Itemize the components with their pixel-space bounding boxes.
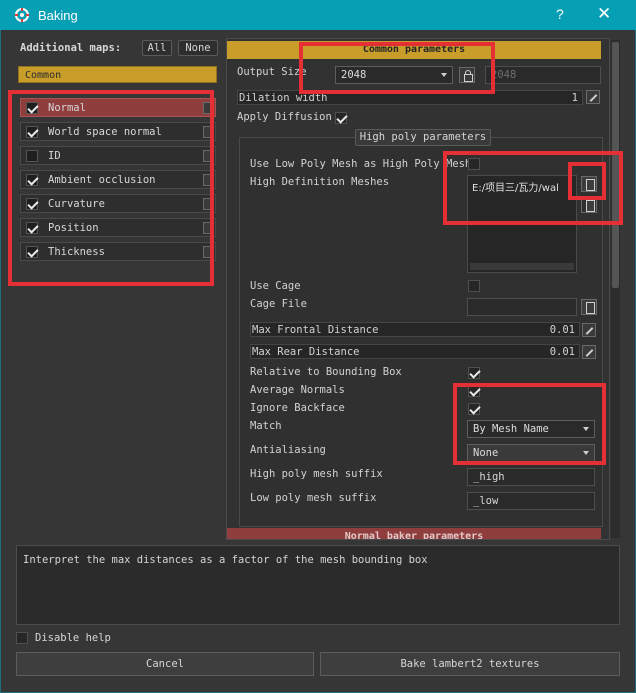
dilation-width-value: 1	[571, 92, 578, 104]
relative-bbox-checkbox[interactable]	[468, 367, 480, 379]
antialiasing-label: Antialiasing	[250, 444, 326, 456]
output-size-secondary[interactable]: 2048	[485, 66, 601, 84]
hp-suffix-field[interactable]: _high	[467, 468, 595, 486]
use-cage-checkbox[interactable]	[468, 280, 480, 292]
edit-pencil-icon[interactable]	[586, 90, 600, 104]
help-button[interactable]: ?	[556, 6, 564, 22]
select-all-button[interactable]: All	[142, 40, 172, 56]
select-none-button[interactable]: None	[178, 40, 218, 56]
parameters-scrollbar[interactable]	[611, 40, 620, 538]
highlight-box-maps	[8, 90, 214, 286]
high-poly-parameters-header[interactable]: High poly parameters	[355, 129, 491, 146]
close-button[interactable]: ✕	[597, 4, 611, 24]
use-cage-label: Use Cage	[250, 280, 301, 292]
cage-file-browse-icon[interactable]	[581, 299, 597, 315]
highlight-box-file-button	[568, 162, 606, 200]
max-rear-distance-value: 0.01	[549, 346, 575, 358]
apply-diffusion-checkbox[interactable]	[335, 112, 347, 124]
cage-file-field[interactable]	[467, 298, 577, 316]
disable-help-label: Disable help	[35, 632, 111, 644]
match-label: Match	[250, 420, 282, 432]
cancel-button[interactable]: Cancel	[16, 652, 314, 676]
hp-suffix-label: High poly mesh suffix	[250, 468, 383, 480]
edit-pencil-icon[interactable]	[582, 345, 596, 359]
lp-suffix-field[interactable]: _low	[467, 492, 595, 510]
highlight-box-output-size	[299, 42, 495, 94]
use-low-poly-label: Use Low Poly Mesh as High Poly Mesh	[250, 158, 472, 170]
lp-suffix-label: Low poly mesh suffix	[250, 492, 377, 504]
cage-file-label: Cage File	[250, 298, 307, 310]
max-frontal-distance-label: Max Frontal Distance	[252, 324, 379, 336]
disable-help-checkbox[interactable]	[16, 632, 28, 644]
app-logo-icon	[15, 8, 29, 22]
average-normals-label: Average Normals	[250, 384, 345, 396]
title-bar: Baking ? ✕	[0, 0, 636, 30]
max-rear-distance-label: Max Rear Distance	[252, 346, 360, 358]
edit-pencil-icon[interactable]	[582, 323, 596, 337]
hd-meshes-label: High Definition Meshes	[250, 176, 390, 188]
max-frontal-distance-value: 0.01	[549, 324, 575, 336]
output-size-label: Output Size	[237, 66, 307, 78]
highlight-box-match-antialiasing	[453, 383, 606, 465]
help-text-box: Interpret the max distances as a factor …	[16, 545, 620, 625]
common-tab[interactable]: Common	[18, 66, 217, 83]
window-title: Baking	[38, 8, 78, 23]
normal-baker-parameters-header[interactable]: Normal baker parameters	[227, 528, 601, 539]
apply-diffusion-label: Apply Diffusion	[237, 111, 332, 123]
max-rear-distance-slider[interactable]: Max Rear Distance 0.01	[250, 344, 580, 359]
bake-button[interactable]: Bake lambert2 textures	[320, 652, 620, 676]
hd-meshes-hscrollbar[interactable]	[470, 263, 574, 270]
ignore-backface-label: Ignore Backface	[250, 402, 345, 414]
max-frontal-distance-slider[interactable]: Max Frontal Distance 0.01	[250, 322, 580, 337]
additional-maps-label: Additional maps:	[20, 42, 122, 54]
help-text: Interpret the max distances as a factor …	[23, 554, 428, 566]
relative-bbox-label: Relative to Bounding Box	[250, 366, 402, 378]
